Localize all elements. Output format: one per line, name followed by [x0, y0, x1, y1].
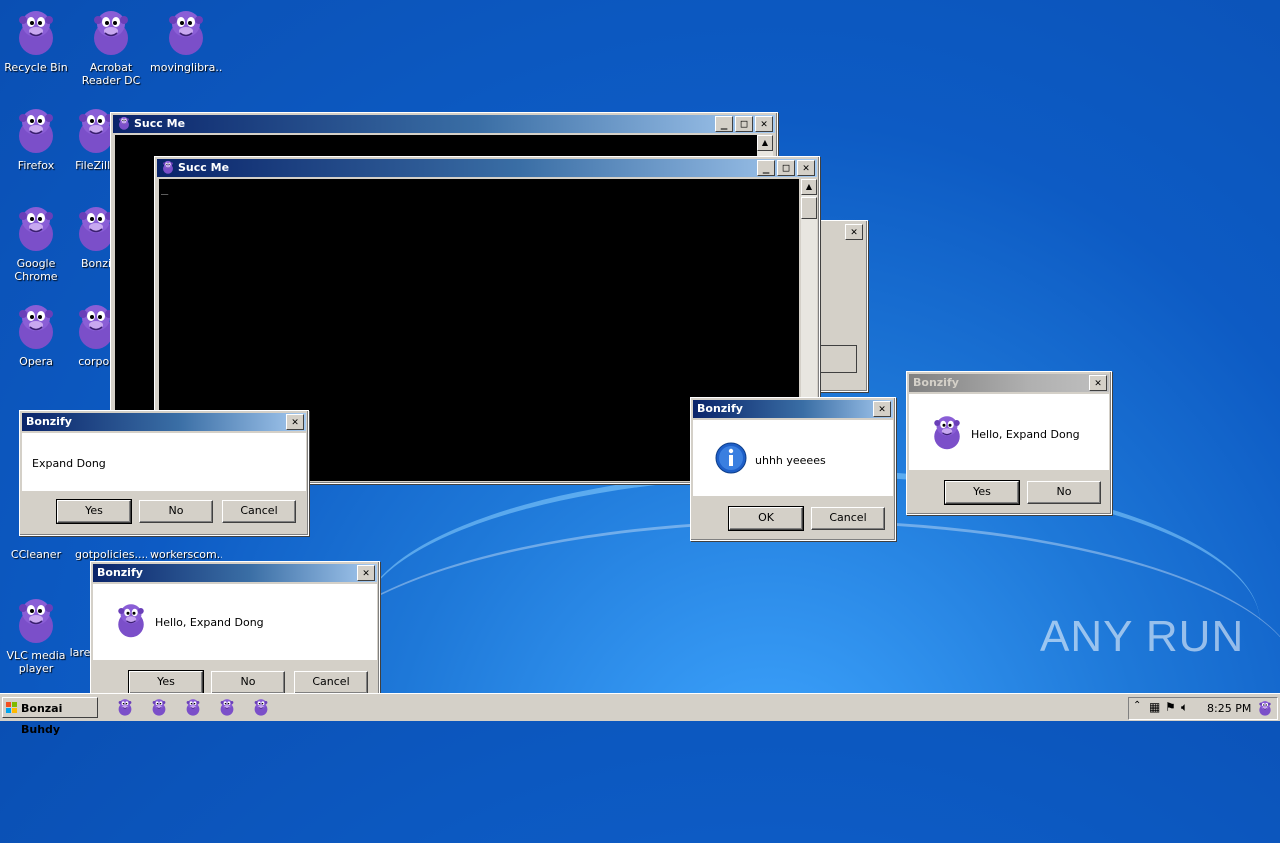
bonzi-icon	[18, 598, 54, 644]
dialog-body: Expand Dong	[22, 433, 306, 491]
dialog-message: uhhh yeeees	[755, 454, 826, 467]
desktop-icon-label: Recycle Bin	[4, 61, 68, 74]
dialog-body: uhhh yeeees	[693, 420, 893, 496]
desktop-icon-label: movinglibra...	[150, 61, 222, 74]
cancel-button[interactable]: Cancel	[811, 507, 885, 530]
bonzi-icon	[161, 160, 175, 174]
bonzi-quicklaunch-icon[interactable]	[218, 698, 236, 716]
desktop-icon-movinglibra[interactable]: movinglibra...	[150, 8, 222, 74]
desktop-icon-acrobat[interactable]: Acrobat Reader DC	[75, 8, 147, 87]
start-label: Bonzai Buhdy	[21, 702, 63, 736]
bonzi-icon	[168, 10, 204, 56]
info-icon	[715, 442, 747, 474]
no-button[interactable]: No	[1027, 481, 1101, 504]
dialog-body: Hello, Expand Dong	[909, 394, 1109, 470]
tray-expand-icon[interactable]: ⌃	[1133, 700, 1141, 711]
desktop-icon-vlc[interactable]: VLC media player	[0, 596, 72, 675]
bonzi-icon	[18, 108, 54, 154]
dialog-titlebar[interactable]: Bonzify ✕	[693, 400, 893, 418]
cancel-button[interactable]: Cancel	[294, 671, 368, 694]
desktop-icon-recycle-bin[interactable]: Recycle Bin	[0, 8, 72, 74]
close-icon[interactable]: ✕	[1089, 375, 1107, 391]
bonzi-quicklaunch-icon[interactable]	[252, 698, 270, 716]
scroll-up-icon[interactable]: ▲	[757, 135, 773, 151]
maximize-icon[interactable]: □	[735, 116, 753, 132]
close-icon[interactable]: ✕	[357, 565, 375, 581]
dialog-message: Hello, Expand Dong	[155, 616, 264, 629]
anyrun-watermark: ANY RUN	[1040, 612, 1245, 661]
bonzi-tray-icon[interactable]	[1257, 700, 1273, 716]
dialog-titlebar[interactable]: Bonzify ✕	[22, 413, 306, 431]
windows-logo-icon	[6, 702, 17, 713]
console-front-titlebar[interactable]: Succ Me _ □ ✕	[157, 159, 817, 177]
bonzify-dialog-info[interactable]: Bonzify ✕ uhhh yeeees OK Cancel	[690, 397, 896, 541]
bonzi-icon	[933, 415, 961, 450]
bonzi-quicklaunch-icon[interactable]	[184, 698, 202, 716]
maximize-icon[interactable]: □	[777, 160, 795, 176]
dialog-title: Bonzify	[697, 402, 743, 415]
desktop-icon-label: workerscom...	[150, 548, 222, 561]
yes-button[interactable]: Yes	[944, 480, 1020, 505]
bonzi-icon	[18, 206, 54, 252]
no-button[interactable]: No	[211, 671, 285, 694]
network-icon[interactable]: ▦	[1149, 700, 1160, 714]
dialog-message: Hello, Expand Dong	[971, 428, 1080, 441]
dialog-title: Bonzify	[26, 415, 72, 428]
scroll-thumb[interactable]	[801, 197, 817, 219]
cancel-button[interactable]: Cancel	[222, 500, 296, 523]
flag-icon[interactable]: ⚑	[1165, 700, 1176, 714]
desktop-icon-label: gotpolicies....	[75, 548, 147, 561]
close-icon[interactable]: ✕	[286, 414, 304, 430]
close-icon[interactable]: ✕	[873, 401, 891, 417]
ok-button[interactable]: OK	[728, 506, 804, 531]
desktop-icon-label: Acrobat Reader DC	[81, 61, 141, 87]
dialog-body: Hello, Expand Dong	[93, 584, 377, 660]
close-icon[interactable]: ✕	[845, 224, 863, 240]
desktop-icon-ccleaner[interactable]: CCleaner	[0, 548, 72, 564]
bonzify-dialog-left[interactable]: Bonzify ✕ Expand Dong Yes No Cancel	[19, 410, 309, 536]
bonzi-icon	[18, 10, 54, 56]
dialog-title: Bonzify	[97, 566, 143, 579]
bonzi-icon	[93, 10, 129, 56]
clock[interactable]: 8:25 PM	[1207, 702, 1251, 715]
yes-button[interactable]: Yes	[128, 670, 204, 695]
bonzi-icon	[117, 603, 145, 638]
scroll-up-icon[interactable]: ▲	[801, 179, 817, 195]
close-icon[interactable]: ✕	[797, 160, 815, 176]
console-cursor: _	[161, 181, 169, 195]
window-title: Succ Me	[178, 161, 230, 174]
bonzi-icon	[117, 116, 131, 130]
bonzi-quicklaunch-icon[interactable]	[116, 698, 134, 716]
start-button[interactable]: Bonzai Buhdy	[2, 697, 98, 736]
yes-button[interactable]: Yes	[56, 499, 132, 524]
close-icon[interactable]: ✕	[755, 116, 773, 132]
dialog-titlebar[interactable]: Bonzify ✕	[93, 564, 377, 582]
system-tray: ⌃ ▦ ⚑ 🔈︎ 8:25 PM	[1128, 697, 1278, 720]
window-title: Succ Me	[134, 117, 186, 130]
volume-icon[interactable]: 🔈︎	[1181, 700, 1188, 715]
hidden-dialog-button[interactable]	[819, 345, 857, 373]
dialog-titlebar[interactable]: Bonzify ✕	[909, 374, 1109, 392]
console-back-titlebar[interactable]: Succ Me _ □ ✕	[113, 115, 775, 133]
dialog-title: Bonzify	[913, 376, 959, 389]
bonzify-dialog-right[interactable]: Bonzify ✕ Hello, Expand Dong Yes No	[906, 371, 1112, 515]
minimize-icon[interactable]: _	[757, 160, 775, 176]
minimize-icon[interactable]: _	[715, 116, 733, 132]
no-button[interactable]: No	[139, 500, 213, 523]
taskbar: Bonzai Buhdy ⌃ ▦ ⚑ 🔈︎ 8:25 PM	[0, 693, 1280, 736]
desktop-icon-label: CCleaner	[10, 548, 62, 561]
bonzi-icon	[18, 304, 54, 350]
dialog-message: Expand Dong	[32, 457, 106, 470]
bonzify-dialog-bottom[interactable]: Bonzify ✕ Hello, Expand Dong Yes No Canc…	[90, 561, 380, 695]
bonzi-quicklaunch-icon[interactable]	[150, 698, 168, 716]
